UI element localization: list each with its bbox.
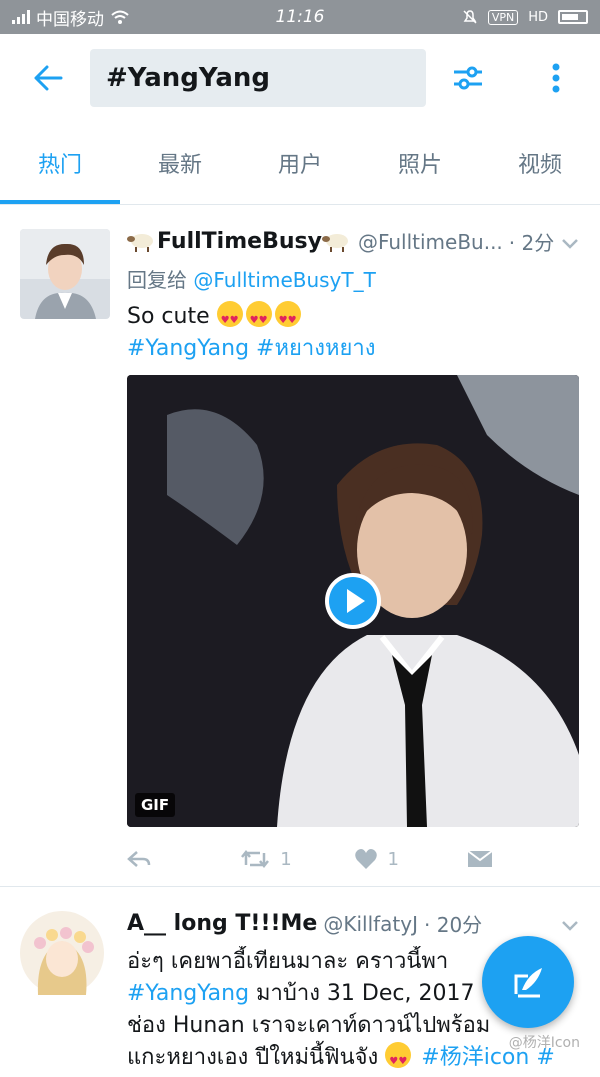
tweet-line-text: มาบ้าง 31 Dec, 2017: [249, 981, 475, 1006]
play-icon[interactable]: [323, 571, 383, 631]
battery-icon: [558, 10, 588, 24]
carrier-label: 中国移动: [36, 9, 104, 30]
watermark: @杨洋Icon: [508, 1035, 580, 1051]
heart-eyes-emoji-icon: [274, 301, 301, 337]
reply-icon: [127, 851, 151, 867]
heart-eyes-emoji-icon: [385, 1042, 412, 1074]
mute-bell-icon: [463, 10, 477, 24]
chevron-down-icon[interactable]: [560, 233, 580, 253]
tab-top[interactable]: 热门: [0, 122, 120, 204]
back-button[interactable]: [18, 48, 78, 108]
search-tabs: 热门 最新 用户 照片 视频: [0, 122, 600, 205]
search-header: #YangYang: [0, 34, 600, 122]
status-bar: 中国移动 11:16 VPN HD: [0, 0, 600, 34]
sheep-emoji-icon: [321, 233, 348, 252]
tweet-text-content: So cute: [127, 304, 210, 329]
more-options-button[interactable]: [526, 48, 586, 108]
status-time: 11:16: [275, 7, 325, 27]
envelope-icon: [467, 850, 493, 867]
chevron-down-icon[interactable]: [560, 915, 580, 935]
tweet-line-text: แกะหยางเอง ปีใหม่นี้ฟินจัง: [127, 1045, 379, 1070]
search-input[interactable]: #YangYang: [90, 49, 426, 107]
heart-eyes-emoji-icon: [216, 301, 243, 337]
author-handle[interactable]: @KillfatyJ: [323, 912, 418, 936]
heart-eyes-emoji-icon: [245, 301, 272, 337]
tweet-time: · 20分: [424, 913, 483, 937]
tweet-text: So cute: [127, 301, 580, 337]
author-name[interactable]: FullTimeBusy: [157, 229, 322, 254]
direct-message-button[interactable]: [467, 849, 580, 869]
sheep-emoji-icon: [127, 233, 153, 252]
arrow-left-icon: [34, 65, 63, 91]
avatar[interactable]: [20, 911, 104, 995]
author-handle[interactable]: @FulltimeBu...: [358, 230, 503, 254]
vpn-badge: VPN: [487, 9, 519, 25]
author-name[interactable]: A__ long T!!!Me: [127, 911, 317, 936]
tab-latest[interactable]: 最新: [120, 122, 240, 204]
wifi-icon: [111, 10, 129, 24]
heart-icon: [354, 849, 377, 869]
tab-people[interactable]: 用户: [240, 122, 360, 204]
compose-tweet-button[interactable]: [482, 936, 574, 1028]
reply-mention-link[interactable]: @FulltimeBusyT_T: [193, 268, 375, 292]
tab-photos[interactable]: 照片: [360, 122, 480, 204]
hashtag-link[interactable]: #YangYang: [127, 981, 249, 1006]
reply-prefix: 回复给: [127, 268, 187, 292]
reply-context: 回复给 @FulltimeBusyT_T: [127, 264, 580, 293]
filter-button[interactable]: [438, 48, 498, 108]
sliders-icon: [454, 66, 482, 90]
tweet[interactable]: FullTimeBusy @FulltimeBu... · 2分 回复给 @Fu…: [0, 205, 600, 887]
hd-call-icon: HD: [528, 9, 548, 25]
gif-media[interactable]: GIF: [127, 375, 579, 827]
more-vertical-icon: [552, 63, 560, 93]
avatar[interactable]: [20, 229, 110, 319]
like-count: 1: [387, 848, 399, 870]
retweet-icon: [241, 849, 270, 869]
like-button[interactable]: 1: [354, 848, 467, 870]
retweet-count: 1: [280, 848, 292, 870]
gif-badge: GIF: [135, 793, 176, 817]
tweet-time: · 2分: [508, 231, 555, 255]
hashtag-links[interactable]: #YangYang #หยางหยาง: [127, 333, 580, 365]
retweet-button[interactable]: 1: [240, 849, 353, 870]
tweet-actions: 1 1: [127, 827, 580, 891]
reply-button[interactable]: [127, 850, 240, 868]
signal-icon: [12, 10, 30, 24]
tab-videos[interactable]: 视频: [480, 122, 600, 204]
compose-feather-icon: [514, 968, 542, 998]
